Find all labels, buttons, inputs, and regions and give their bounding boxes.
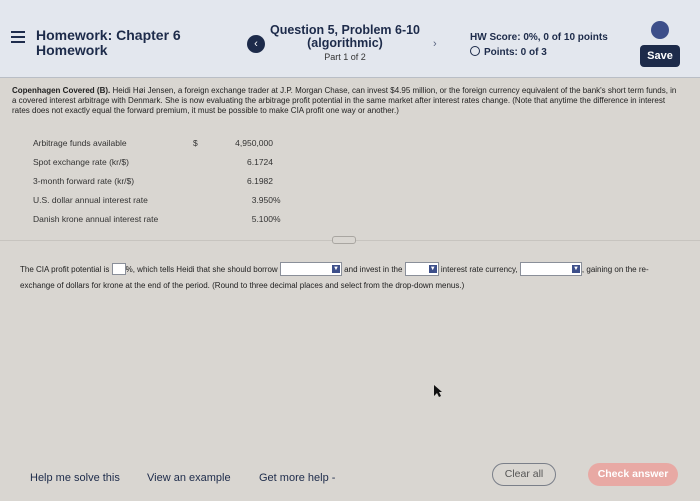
- question-title: Question 5, Problem 6-10 (algorithmic): [260, 24, 430, 50]
- circle-icon: [470, 46, 480, 56]
- answer-text-2: %, which tells Heidi that she should bor…: [125, 265, 278, 274]
- row-label: Danish krone annual interest rate: [33, 213, 159, 224]
- homework-title: Homework: Chapter 6 Homework: [36, 28, 181, 58]
- table-row: U.S. dollar annual interest rate 3.950 %: [33, 190, 291, 209]
- expand-ellipsis-icon[interactable]: [332, 236, 356, 244]
- row-label: U.S. dollar annual interest rate: [33, 194, 148, 205]
- row-currency: [193, 152, 221, 171]
- check-answer-button[interactable]: Check answer: [588, 463, 678, 486]
- problem-statement: Copenhagen Covered (B). Heidi Høi Jensen…: [12, 86, 682, 116]
- row-value: 4,950,000: [235, 137, 273, 148]
- help-me-solve-link[interactable]: Help me solve this: [30, 472, 120, 484]
- save-button[interactable]: Save: [640, 45, 680, 67]
- mouse-cursor-icon: [434, 385, 442, 397]
- row-value: 5.100: [251, 213, 273, 224]
- table-row: 3-month forward rate (kr/$) 6.1982: [33, 171, 291, 190]
- row-value: 6.1724: [247, 156, 273, 167]
- hw-score: HW Score: 0%, 0 of 10 points: [470, 32, 608, 43]
- row-unit: [273, 152, 291, 171]
- row-currency: [193, 171, 221, 190]
- currency-dropdown[interactable]: ▼: [519, 262, 582, 276]
- get-more-help-link[interactable]: Get more help -: [259, 472, 335, 484]
- answer-text-3: and invest in the: [344, 265, 403, 274]
- dropdown-arrow-icon: ▼: [331, 265, 340, 273]
- row-value: 3.950: [251, 194, 273, 205]
- borrow-currency-dropdown[interactable]: ▼: [279, 262, 342, 276]
- data-table: Arbitrage funds available $ 4,950,000 Sp…: [33, 133, 291, 228]
- homework-subtitle: Homework: [36, 42, 108, 58]
- interest-rate-dropdown[interactable]: ▼: [404, 262, 439, 276]
- row-value: 6.1982: [247, 175, 273, 186]
- menu-icon[interactable]: [11, 31, 25, 45]
- header-bar: Homework: Chapter 6 Homework ‹ Question …: [0, 0, 700, 78]
- row-currency: [193, 209, 221, 228]
- view-example-link[interactable]: View an example: [147, 472, 231, 484]
- gear-icon[interactable]: [651, 21, 669, 39]
- clear-all-button[interactable]: Clear all: [492, 463, 556, 486]
- answer-text-1: The CIA profit potential is: [20, 265, 110, 274]
- footer-bar: Help me solve this View an example Get m…: [0, 455, 700, 501]
- cia-profit-input[interactable]: [111, 263, 126, 275]
- chevron-right-icon[interactable]: ›: [433, 38, 437, 50]
- table-row: Danish krone annual interest rate 5.100 …: [33, 209, 291, 228]
- row-label: Arbitrage funds available: [33, 137, 127, 148]
- answer-text-4: interest rate currency,: [440, 265, 518, 274]
- problem-heading: Copenhagen Covered (B).: [12, 86, 111, 95]
- answer-section: The CIA profit potential is %, which tel…: [20, 262, 680, 294]
- part-indicator: Part 1 of 2: [324, 52, 366, 62]
- points-text: Points: 0 of 3: [484, 47, 547, 58]
- dropdown-arrow-icon: ▼: [428, 265, 437, 273]
- row-currency: [193, 190, 221, 209]
- row-currency: $: [193, 137, 198, 148]
- table-row: Arbitrage funds available $ 4,950,000: [33, 133, 291, 152]
- answer-instruction: (Round to three decimal places and selec…: [212, 281, 465, 290]
- problem-text: Heidi Høi Jensen, a foreign exchange tra…: [12, 86, 677, 115]
- row-unit: [273, 171, 291, 190]
- points-display: Points: 0 of 3: [470, 46, 547, 58]
- row-unit: %: [273, 194, 281, 205]
- row-label: Spot exchange rate (kr/$): [33, 156, 129, 167]
- question-algorithmic: (algorithmic): [307, 36, 383, 50]
- dropdown-arrow-icon: ▼: [571, 265, 580, 273]
- table-row: Spot exchange rate (kr/$) 6.1724: [33, 152, 291, 171]
- row-label: 3-month forward rate (kr/$): [33, 175, 135, 186]
- row-unit: [273, 133, 291, 152]
- row-unit: %: [273, 213, 281, 224]
- homework-title-text: Homework: Chapter 6: [36, 27, 181, 43]
